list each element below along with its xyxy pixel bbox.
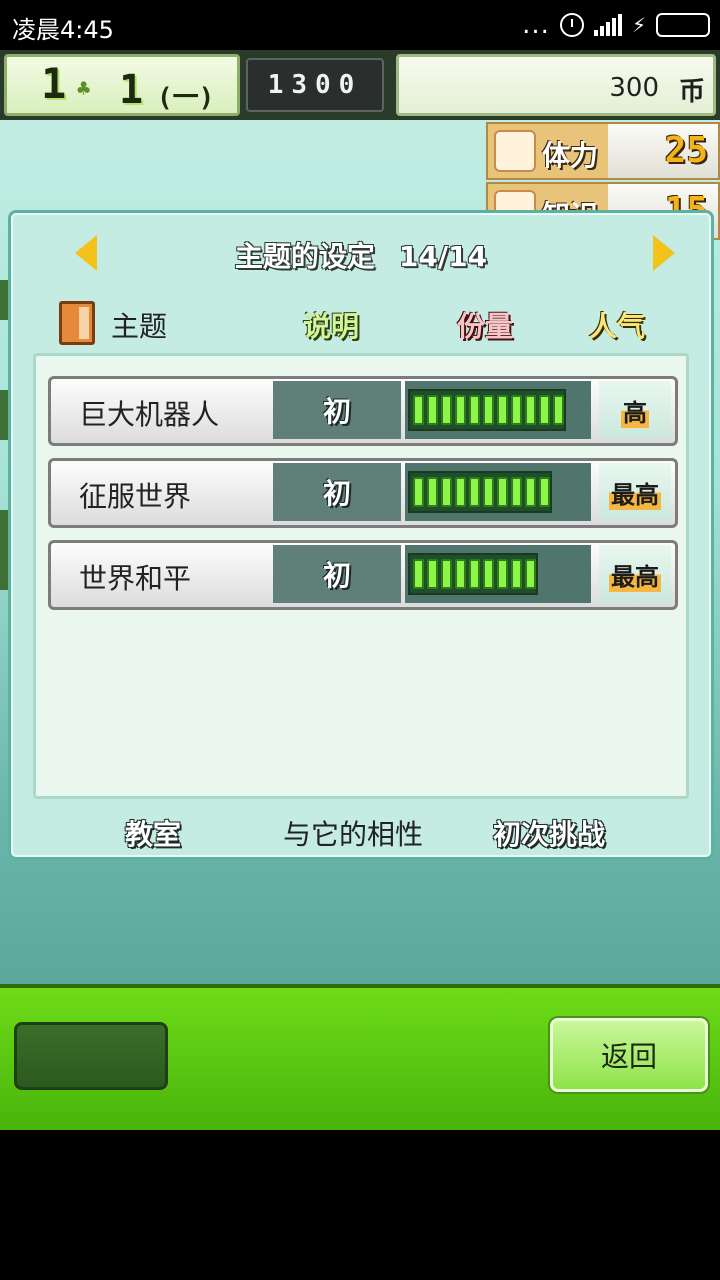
tab-compatibility[interactable]: 与它的相性 <box>283 813 423 853</box>
clock-value: 1300 <box>267 70 363 100</box>
amount-bar-segment <box>525 559 536 589</box>
level-text: 初 <box>322 395 351 428</box>
amount-bar-fill <box>408 389 566 431</box>
amount-bar-segment <box>483 477 494 507</box>
amount-bar-segment <box>413 477 424 507</box>
stat-label: 体力 <box>542 139 599 172</box>
level-badge: 初 <box>273 381 401 439</box>
amount-bar-segment <box>469 395 480 425</box>
level-badge: 初 <box>273 463 401 521</box>
theme-name: 巨大机器人 <box>79 398 220 431</box>
month-value: 1 <box>119 67 144 113</box>
theme-row-giant-robot[interactable]: 巨大机器人 初 高 <box>48 376 678 446</box>
amount-bar-segment <box>455 395 466 425</box>
popularity-text: 最高 <box>609 556 661 592</box>
amount-bar-segment <box>511 395 522 425</box>
level-badge: 初 <box>273 545 401 603</box>
date-display: 1 ♣ 1 (一) <box>4 54 240 116</box>
amount-bar-segment <box>511 477 522 507</box>
theme-list: 巨大机器人 初 高 征服世界 初 最高 世界和平 初 最高 <box>33 353 689 799</box>
stamina-icon <box>494 130 536 172</box>
weekday-value: (一) <box>157 83 215 113</box>
amount-bar-segment <box>441 559 452 589</box>
amount-bar-segment <box>413 395 424 425</box>
theme-name: 世界和平 <box>79 562 192 595</box>
amount-bar-segment <box>483 395 494 425</box>
status-time: 凌晨4:45 <box>12 16 114 44</box>
back-button-label: 返回 <box>600 1040 657 1073</box>
game-screen: 1 ♣ 1 (一) 1300 300 币 体力 25 知识 15 主题的设定14… <box>0 50 720 1130</box>
amount-bar-segment <box>427 559 438 589</box>
popularity-badge: 最高 <box>599 545 671 603</box>
amount-bar-segment <box>539 477 550 507</box>
year-value: 1 <box>41 59 67 108</box>
tab-first-challenge[interactable]: 初次挑战 <box>493 813 605 853</box>
page-counter: 14/14 <box>398 240 488 273</box>
battery-icon <box>656 13 710 37</box>
amount-bar <box>405 463 591 521</box>
amount-bar-segment <box>455 477 466 507</box>
amount-bar-segment <box>413 559 424 589</box>
back-button[interactable]: 返回 <box>550 1018 708 1092</box>
amount-bar-segment <box>427 477 438 507</box>
money-amount: 300 <box>609 73 659 103</box>
money-display: 300 币 <box>396 54 716 116</box>
status-bar: 凌晨4:45 ... ⚡ <box>0 0 720 50</box>
theme-row-conquer-world[interactable]: 征服世界 初 最高 <box>48 458 678 528</box>
theme-settings-panel: 主题的设定 14/14 主题 说明 份量 人气 巨大机器人 初 高 征服世界 初 … <box>8 210 714 860</box>
amount-bar-segment <box>469 477 480 507</box>
popularity-text: 最高 <box>609 474 661 510</box>
amount-bar-segment <box>497 559 508 589</box>
amount-bar-segment <box>483 559 494 589</box>
amount-bar-segment <box>497 395 508 425</box>
tab-amount[interactable]: 份量 <box>457 305 513 345</box>
panel-title-text: 主题的设定 <box>234 240 375 273</box>
amount-bar-segment <box>441 395 452 425</box>
panel-title: 主题的设定 14/14 <box>11 235 711 275</box>
stat-value: 25 <box>608 124 718 178</box>
alarm-icon <box>559 13 584 37</box>
amount-bar-fill <box>408 471 552 513</box>
amount-bar-segment <box>539 395 550 425</box>
amount-bar-fill <box>408 553 538 595</box>
empty-button[interactable] <box>14 1022 168 1090</box>
leaf-icon: ♣ <box>77 77 91 102</box>
book-icon <box>59 301 95 345</box>
amount-bar-segment <box>525 477 536 507</box>
money-unit: 币 <box>678 77 705 107</box>
tab-classroom[interactable]: 教室 <box>125 813 181 853</box>
header-topic: 主题 <box>111 310 168 343</box>
clock-display: 1300 <box>246 58 384 112</box>
amount-bar <box>405 381 591 439</box>
level-text: 初 <box>322 559 351 592</box>
charging-icon: ⚡ <box>631 13 646 37</box>
tab-popularity[interactable]: 人气 <box>589 305 645 345</box>
amount-bar <box>405 545 591 603</box>
amount-bar-segment <box>427 395 438 425</box>
top-bar: 1 ♣ 1 (一) 1300 300 币 <box>0 50 720 120</box>
amount-bar-segment <box>497 477 508 507</box>
popularity-text: 高 <box>621 392 649 428</box>
amount-bar-segment <box>455 559 466 589</box>
signal-icon <box>593 14 622 36</box>
amount-bar-segment <box>525 395 536 425</box>
theme-name: 征服世界 <box>79 480 192 513</box>
amount-bar-segment <box>441 477 452 507</box>
bottom-bar: 返回 <box>0 984 720 1130</box>
popularity-badge: 最高 <box>599 463 671 521</box>
tab-description[interactable]: 说明 <box>303 305 359 345</box>
theme-row-world-peace[interactable]: 世界和平 初 最高 <box>48 540 678 610</box>
stat-stamina: 体力 25 <box>486 122 720 180</box>
amount-bar-segment <box>511 559 522 589</box>
status-icons: ... ⚡ <box>522 10 710 40</box>
amount-bar-segment <box>469 559 480 589</box>
more-dots-icon: ... <box>522 10 550 40</box>
level-text: 初 <box>322 477 351 510</box>
amount-bar-segment <box>553 395 564 425</box>
popularity-badge: 高 <box>599 381 671 439</box>
